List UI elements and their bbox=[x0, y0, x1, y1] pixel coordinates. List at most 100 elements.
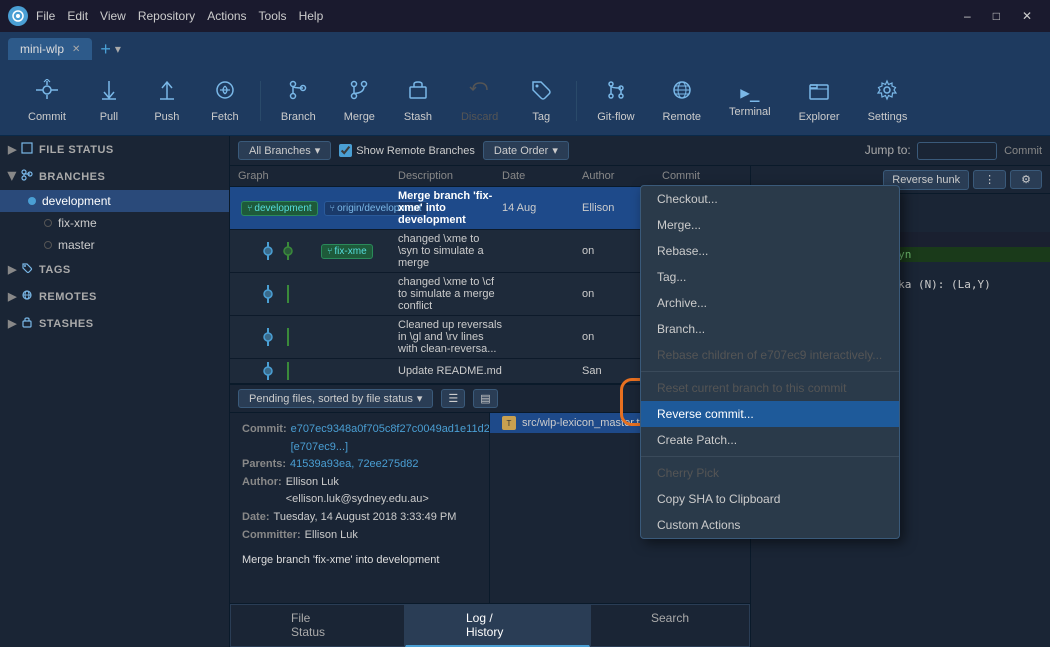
ctx-custom-actions[interactable]: Custom Actions bbox=[641, 512, 899, 538]
commit-field-value: e707ec9348a0f705c8f27c0049ad1e11d22e76d3… bbox=[291, 421, 490, 456]
sidebar-section-branches[interactable]: ▶ BRANCHES bbox=[0, 163, 229, 190]
commit-button[interactable]: Commit bbox=[16, 73, 78, 129]
ctx-branch[interactable]: Branch... bbox=[641, 316, 899, 342]
sidebar-branch-master[interactable]: master bbox=[0, 234, 229, 256]
remote-label: Remote bbox=[663, 111, 702, 123]
tab-log-history[interactable]: Log / History bbox=[405, 604, 590, 647]
ctx-reset[interactable]: Reset current branch to this commit bbox=[641, 375, 899, 401]
view-mode-button[interactable]: ☰ bbox=[441, 389, 465, 408]
list-mode-button[interactable]: ▤ bbox=[473, 389, 497, 408]
branch-fix-xme-label: fix-xme bbox=[58, 216, 97, 230]
fetch-icon bbox=[214, 79, 236, 107]
date-order-button[interactable]: Date Order ▾ bbox=[483, 141, 569, 160]
settings-label: Settings bbox=[868, 111, 908, 123]
commit-icon bbox=[36, 79, 58, 107]
explorer-button[interactable]: Explorer bbox=[787, 73, 852, 129]
toolbar-separator-2 bbox=[576, 81, 577, 121]
branch-button[interactable]: Branch bbox=[269, 73, 328, 129]
discard-button[interactable]: Discard bbox=[449, 73, 510, 129]
diff-gear-button[interactable]: ⚙ bbox=[1010, 170, 1042, 189]
ctx-rebase[interactable]: Rebase... bbox=[641, 238, 899, 264]
tag-label: Tag bbox=[532, 111, 550, 123]
show-remote-label[interactable]: Show Remote Branches bbox=[339, 144, 475, 157]
ctx-create-patch[interactable]: Create Patch... bbox=[641, 427, 899, 453]
branch-tag-development: ⑂development bbox=[241, 201, 318, 216]
tab-file-status[interactable]: File Status bbox=[230, 604, 405, 647]
commit-desc-4: Update README.md bbox=[398, 365, 502, 377]
diff-settings-button[interactable]: ⋮ bbox=[973, 170, 1006, 189]
close-button[interactable]: ✕ bbox=[1012, 5, 1042, 27]
merge-button[interactable]: Merge bbox=[332, 73, 387, 129]
ctx-checkout[interactable]: Checkout... bbox=[641, 186, 899, 212]
sidebar-branch-fix-xme[interactable]: fix-xme bbox=[0, 212, 229, 234]
ctx-separator-1 bbox=[641, 371, 899, 372]
remotes-chevron: ▶ bbox=[8, 290, 17, 303]
tab-label: mini-wlp bbox=[20, 42, 64, 56]
menu-actions[interactable]: Actions bbox=[207, 9, 246, 23]
gitflow-button[interactable]: Git-flow bbox=[585, 73, 646, 129]
date-field: Date: Tuesday, 14 August 2018 3:33:49 PM bbox=[242, 509, 477, 527]
new-tab-button[interactable]: + bbox=[100, 39, 111, 60]
committer-label: Committer: bbox=[242, 527, 301, 545]
tab-bar: mini-wlp ✕ + ▾ bbox=[0, 32, 1050, 66]
main-toolbar: Commit Pull Push bbox=[0, 66, 1050, 136]
bottom-tabs: File Status Log / History Search bbox=[230, 603, 750, 647]
fetch-button[interactable]: Fetch bbox=[198, 73, 252, 129]
ctx-copy-sha[interactable]: Copy SHA to Clipboard bbox=[641, 486, 899, 512]
settings-button[interactable]: Settings bbox=[856, 73, 920, 129]
pending-files-button[interactable]: Pending files, sorted by file status ▾ bbox=[238, 389, 433, 408]
tag-button[interactable]: Tag bbox=[514, 73, 568, 129]
all-branches-button[interactable]: All Branches ▾ bbox=[238, 141, 331, 160]
push-button[interactable]: Push bbox=[140, 73, 194, 129]
ctx-merge[interactable]: Merge... bbox=[641, 212, 899, 238]
ctx-rebase-interactive[interactable]: Rebase children of e707ec9 interactively… bbox=[641, 342, 899, 368]
ctx-tag[interactable]: Tag... bbox=[641, 264, 899, 290]
inactive-dot-2 bbox=[44, 241, 52, 249]
all-branches-label: All Branches bbox=[249, 145, 311, 157]
minimize-button[interactable]: – bbox=[954, 5, 981, 27]
menu-help[interactable]: Help bbox=[299, 9, 324, 23]
menu-view[interactable]: View bbox=[100, 9, 126, 23]
show-remote-checkbox[interactable] bbox=[339, 144, 352, 157]
graph-cell-3 bbox=[238, 328, 398, 346]
tab-close-icon[interactable]: ✕ bbox=[72, 44, 80, 55]
pending-files-label: Pending files, sorted by file status bbox=[249, 393, 413, 405]
sidebar-section-file-status[interactable]: ▶ FILE STATUS bbox=[0, 136, 229, 163]
commit-label: Commit bbox=[28, 111, 66, 123]
tab-search[interactable]: Search bbox=[590, 604, 750, 647]
parents-label: Parents: bbox=[242, 456, 286, 474]
ctx-reverse-commit[interactable]: Reverse commit... bbox=[641, 401, 899, 427]
graph-cell-1: ⑂fix-xme bbox=[238, 242, 398, 260]
jump-to-label: Jump to: bbox=[865, 143, 911, 157]
file-status-icon bbox=[21, 142, 33, 157]
remote-button[interactable]: Remote bbox=[651, 73, 714, 129]
sidebar-section-remotes[interactable]: ▶ REMOTES bbox=[0, 283, 229, 310]
menu-repository[interactable]: Repository bbox=[138, 9, 195, 23]
date-order-label: Date Order bbox=[494, 145, 548, 157]
terminal-button[interactable]: ▶_ Terminal bbox=[717, 77, 783, 124]
commit-date-0: 14 Aug bbox=[502, 202, 582, 214]
sidebar-section-stashes[interactable]: ▶ STASHES bbox=[0, 310, 229, 337]
menu-file[interactable]: File bbox=[36, 9, 55, 23]
menu-edit[interactable]: Edit bbox=[67, 9, 88, 23]
tag-icon bbox=[530, 79, 552, 107]
tab-arrow-icon[interactable]: ▾ bbox=[115, 42, 121, 56]
menu-tools[interactable]: Tools bbox=[259, 9, 287, 23]
inactive-dot bbox=[44, 219, 52, 227]
ctx-archive[interactable]: Archive... bbox=[641, 290, 899, 316]
maximize-button[interactable]: □ bbox=[983, 5, 1010, 27]
jump-to-input[interactable] bbox=[917, 142, 997, 160]
sidebar-section-tags[interactable]: ▶ TAGS bbox=[0, 256, 229, 283]
commit-info: Commit: e707ec9348a0f705c8f27c0049ad1e11… bbox=[230, 413, 490, 603]
app-icon bbox=[8, 6, 28, 26]
stash-button[interactable]: Stash bbox=[391, 73, 445, 129]
ctx-cherry-pick[interactable]: Cherry Pick bbox=[641, 460, 899, 486]
branches-icon bbox=[21, 169, 33, 184]
sidebar-branch-development[interactable]: development bbox=[0, 190, 229, 212]
gitflow-icon bbox=[605, 79, 627, 107]
pending-files-chevron: ▾ bbox=[417, 392, 423, 405]
pull-button[interactable]: Pull bbox=[82, 73, 136, 129]
tab-mini-wlp[interactable]: mini-wlp ✕ bbox=[8, 38, 92, 60]
tags-icon bbox=[21, 262, 33, 277]
commit-desc-1: changed \xme to \syn to simulate a merge bbox=[398, 233, 502, 269]
